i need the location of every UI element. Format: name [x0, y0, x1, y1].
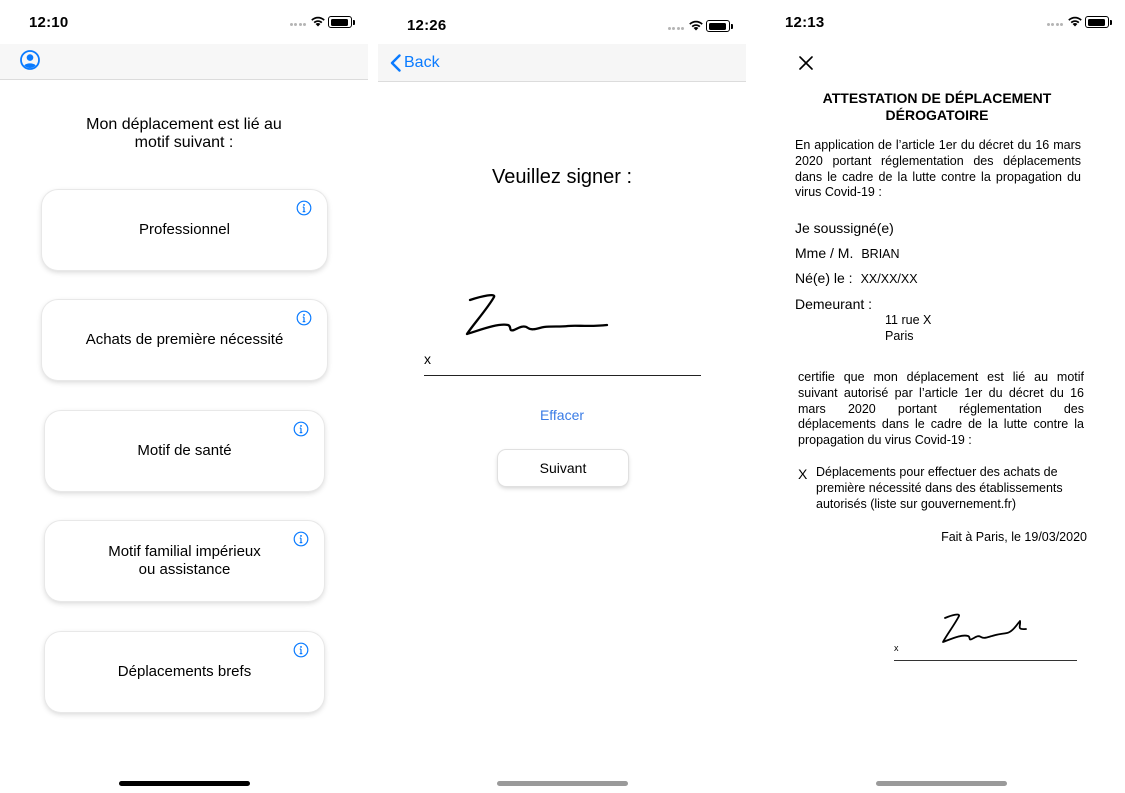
battery-icon [706, 20, 733, 32]
back-label: Back [404, 54, 440, 71]
next-button[interactable]: Suivant [498, 450, 628, 486]
back-button[interactable]: Back [390, 52, 440, 74]
motif-label: Motif de santé [137, 442, 232, 459]
document-title-line2: DÉROGATOIRE [885, 107, 989, 123]
address-label: Demeurant : [795, 296, 873, 312]
motif-card-sante[interactable]: Motif de santé [45, 411, 324, 491]
nav-bar [0, 44, 368, 80]
battery-icon [328, 16, 355, 28]
certification-text: certifie que mon déplacement est lié au … [798, 370, 1084, 448]
signature-pad[interactable]: x [424, 280, 701, 376]
status-time: 12:10 [29, 14, 69, 31]
motif-card-familial[interactable]: Motif familial impérieux ou assistance [45, 521, 324, 601]
motif-label: Déplacements brefs [117, 663, 252, 680]
page-title-line2: motif suivant : [134, 134, 234, 151]
signed-at: Fait à Paris, le 19/03/2020 [941, 530, 1087, 544]
motif-label-line1: Motif familial impérieux [108, 543, 261, 560]
name-value: BRIAN [861, 247, 900, 261]
status-time: 12:13 [785, 14, 825, 31]
motif-card-deplacements-brefs[interactable]: Déplacements brefs [45, 632, 324, 712]
birth-label: Né(e) le : [795, 270, 853, 286]
page-title-line1: Mon déplacement est lié au [86, 116, 282, 133]
birth-line: Né(e) le : XX/XX/XX [795, 270, 918, 286]
reason-checkmark: X [798, 466, 808, 482]
signature-line [424, 375, 701, 376]
reason-text: Déplacements pour effectuer des achats d… [816, 465, 1063, 511]
info-circle-icon[interactable] [296, 200, 312, 216]
status-bar: 12:26 [378, 0, 746, 44]
motif-label: Achats de première nécessité [85, 331, 284, 348]
address-line1: 11 rue X [885, 313, 932, 327]
document-signature: x [894, 608, 1077, 661]
motif-label: Professionnel [139, 221, 230, 238]
signature-screen: 12:26 Back Veuillez signer : x Effacer S… [378, 0, 746, 793]
undersigned-line: Je soussigné(e) [795, 220, 894, 236]
signature-mark: x [424, 351, 431, 367]
attestation-screen: 12:13 ATTESTATION DE DÉPLACEMENT DÉROGAT… [757, 0, 1125, 793]
info-circle-icon[interactable] [293, 642, 309, 658]
wifi-icon [689, 20, 703, 31]
motif-card-achats[interactable]: Achats de première nécessité [42, 300, 327, 380]
page-title: Mon déplacement est lié au motif suivant… [0, 116, 368, 152]
motif-card-professionnel[interactable]: Professionnel [42, 190, 327, 270]
person-circle-icon[interactable] [20, 50, 40, 70]
info-circle-icon[interactable] [296, 310, 312, 326]
clear-button[interactable]: Effacer [378, 407, 746, 423]
home-indicator[interactable] [118, 781, 250, 786]
battery-icon [1085, 16, 1112, 28]
status-bar: 12:13 [757, 0, 1125, 44]
motif-label-line2: ou assistance [138, 561, 231, 578]
status-bar: 12:10 [0, 0, 368, 44]
document-title: ATTESTATION DE DÉPLACEMENT DÉROGATOIRE [817, 90, 1057, 124]
signature-drawing [942, 613, 1027, 643]
signal-icon [668, 27, 690, 32]
signal-icon [290, 23, 312, 28]
close-icon[interactable] [799, 56, 813, 70]
wifi-icon [311, 16, 325, 27]
document-intro: En application de l’article 1er du décre… [795, 138, 1081, 200]
document-title-line1: ATTESTATION DE DÉPLACEMENT [822, 90, 1052, 106]
home-indicator[interactable] [496, 781, 628, 786]
name-line: Mme / M. BRIAN [795, 245, 900, 261]
birth-value: XX/XX/XX [860, 272, 918, 286]
page-title: Veuillez signer : [491, 166, 633, 188]
signature-drawing [465, 293, 609, 336]
signature-mark: x [894, 643, 899, 653]
signal-icon [1047, 23, 1069, 28]
status-time: 12:26 [407, 17, 447, 34]
address-value: 11 rue X Paris [885, 313, 931, 345]
signature-line [894, 660, 1077, 661]
address-line2: Paris [885, 328, 914, 343]
motif-selection-screen: 12:10 Mon déplacement est lié au motif s… [0, 0, 368, 793]
chevron-left-icon [390, 54, 401, 72]
name-label: Mme / M. [795, 245, 854, 261]
home-indicator[interactable] [875, 781, 1007, 786]
wifi-icon [1068, 16, 1082, 27]
info-circle-icon[interactable] [293, 421, 309, 437]
info-circle-icon[interactable] [293, 531, 309, 547]
